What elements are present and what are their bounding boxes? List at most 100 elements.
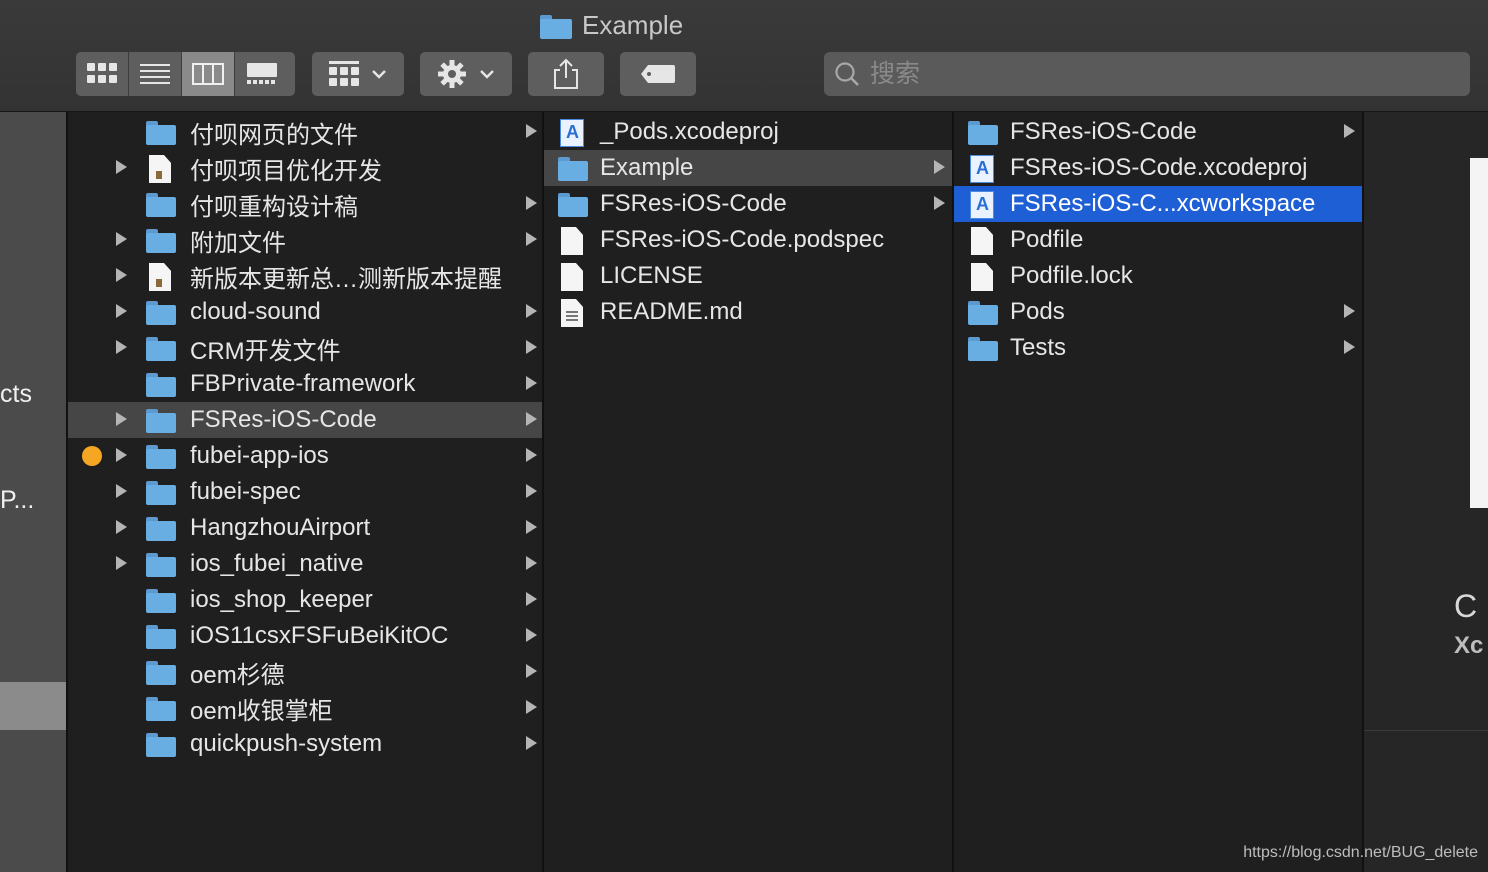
chevron-right-icon (526, 592, 537, 606)
list-view-button[interactable] (129, 52, 182, 96)
disclosure-arrow-icon[interactable] (116, 448, 127, 462)
folder-row[interactable]: oem杉德 (68, 654, 542, 690)
folder-icon (146, 587, 176, 613)
disclosure-arrow-icon[interactable] (116, 412, 127, 426)
item-name: ios_shop_keeper (190, 586, 373, 613)
folder-row[interactable]: FSRes-iOS-Code (544, 186, 952, 222)
folder-row[interactable]: FBPrivate-framework (68, 366, 542, 402)
folder-row[interactable]: FSRes-iOS-Code (68, 402, 542, 438)
folder-row[interactable]: Example (544, 150, 952, 186)
sidebar: cts P... (0, 112, 66, 872)
folder-row[interactable]: iOS11csxFSFuBeiKitOC (68, 618, 542, 654)
folder-icon (968, 335, 998, 361)
folder-row[interactable]: ios_fubei_native (68, 546, 542, 582)
disclosure-arrow-icon[interactable] (116, 268, 127, 282)
column-view-button[interactable] (182, 52, 235, 96)
item-name: fubei-spec (190, 478, 301, 505)
watermark: https://blog.csdn.net/BUG_delete (1243, 844, 1478, 861)
item-name: 新版本更新总…测新版本提醒 (190, 265, 502, 293)
sidebar-item-label[interactable]: cts (0, 380, 32, 409)
folder-row[interactable]: ios_shop_keeper (68, 582, 542, 618)
folder-row[interactable]: cloud-sound (68, 294, 542, 330)
folder-row[interactable]: fubei-app-ios (68, 438, 542, 474)
chevron-right-icon (526, 196, 537, 210)
chevron-right-icon (1344, 124, 1355, 138)
item-name: Tests (1010, 334, 1067, 361)
folder-row[interactable]: HangzhouAirport (68, 510, 542, 546)
folder-icon (558, 191, 588, 217)
disclosure-arrow-icon[interactable] (116, 340, 127, 354)
chevron-right-icon (526, 340, 537, 354)
preview-divider (1364, 730, 1488, 731)
folder-row[interactable]: Pods (954, 294, 1362, 330)
folder-icon (146, 299, 176, 325)
chevron-right-icon (526, 412, 537, 426)
disclosure-arrow-icon[interactable] (116, 304, 127, 318)
file-row[interactable]: README.md (544, 294, 952, 330)
xcode-project-icon: A (968, 191, 996, 219)
edit-tags-button[interactable] (620, 52, 696, 96)
item-name: FBPrivate-framework (190, 370, 416, 397)
item-name: oem收银掌柜 (190, 697, 333, 725)
file-row[interactable]: LICENSE (544, 258, 952, 294)
gallery-view-button[interactable] (235, 52, 288, 96)
search-input[interactable] (868, 58, 1432, 90)
preview-title: C (1454, 588, 1478, 624)
folder-row[interactable]: FSRes-iOS-Code (954, 114, 1362, 150)
preview-subtitle: Xc (1454, 632, 1484, 659)
chevron-right-icon (1344, 340, 1355, 354)
search-field[interactable] (824, 52, 1470, 96)
item-name: 付呗重构设计稿 (190, 193, 358, 221)
folder-row[interactable]: 付呗网页的文件 (68, 114, 542, 150)
folder-row[interactable]: fubei-spec (68, 474, 542, 510)
item-name: FSRes-iOS-Code.xcodeproj (1010, 154, 1308, 181)
folder-row[interactable]: 附加文件 (68, 222, 542, 258)
disclosure-arrow-icon[interactable] (116, 232, 127, 246)
file-row[interactable]: FSRes-iOS-Code.podspec (544, 222, 952, 258)
folder-row[interactable]: CRM开发文件 (68, 330, 542, 366)
sidebar-selected-item[interactable] (0, 682, 66, 730)
sidebar-item-label[interactable]: P... (0, 486, 34, 515)
column-2: A _Pods.xcodeproj Example FSRes-iOS-Code FSR… (544, 112, 952, 872)
folder-icon (146, 191, 176, 217)
file-row[interactable]: A FSRes-iOS-Code.xcodeproj (954, 150, 1362, 186)
folder-icon (146, 227, 176, 253)
file-row[interactable]: 付呗项目优化开发 (68, 150, 542, 186)
group-by-button[interactable] (312, 52, 404, 96)
folder-row[interactable]: 付呗重构设计稿 (68, 186, 542, 222)
folder-icon (146, 371, 176, 397)
action-menu-button[interactable] (420, 52, 512, 96)
disclosure-arrow-icon[interactable] (116, 556, 127, 570)
color-tag-icon (82, 446, 102, 466)
xcode-project-icon: A (558, 119, 586, 147)
folder-icon (146, 623, 176, 649)
folder-row[interactable]: oem收银掌柜 (68, 690, 542, 726)
item-name: oem杉德 (190, 661, 285, 689)
folder-icon (146, 515, 176, 541)
item-name: iOS11csxFSFuBeiKitOC (190, 622, 449, 649)
file-row[interactable]: Podfile (954, 222, 1362, 258)
folder-icon (558, 155, 588, 181)
chevron-right-icon (526, 124, 537, 138)
disclosure-arrow-icon[interactable] (116, 484, 127, 498)
chevron-down-icon (372, 70, 386, 79)
column-1: 付呗网页的文件 付呗项目优化开发付呗重构设计稿 附加文件新版本更新总…测新版本提醒 c… (68, 112, 542, 872)
folder-row[interactable]: quickpush-system (68, 726, 542, 762)
share-icon (554, 58, 578, 89)
file-icon (968, 263, 996, 291)
folder-row[interactable]: Tests (954, 330, 1362, 366)
disclosure-arrow-icon[interactable] (116, 160, 127, 174)
file-row[interactable]: A FSRes-iOS-C...xcworkspace (954, 186, 1362, 222)
icon-view-button[interactable] (76, 52, 129, 96)
file-row[interactable]: Podfile.lock (954, 258, 1362, 294)
file-icon (968, 227, 996, 255)
file-row[interactable]: 新版本更新总…测新版本提醒 (68, 258, 542, 294)
folder-icon (146, 659, 176, 685)
folder-icon (146, 443, 176, 469)
item-name: HangzhouAirport (190, 514, 371, 541)
share-button[interactable] (528, 52, 604, 96)
disclosure-arrow-icon[interactable] (116, 520, 127, 534)
file-row[interactable]: A _Pods.xcodeproj (544, 114, 952, 150)
folder-icon (146, 119, 176, 145)
columns-icon (192, 63, 224, 85)
